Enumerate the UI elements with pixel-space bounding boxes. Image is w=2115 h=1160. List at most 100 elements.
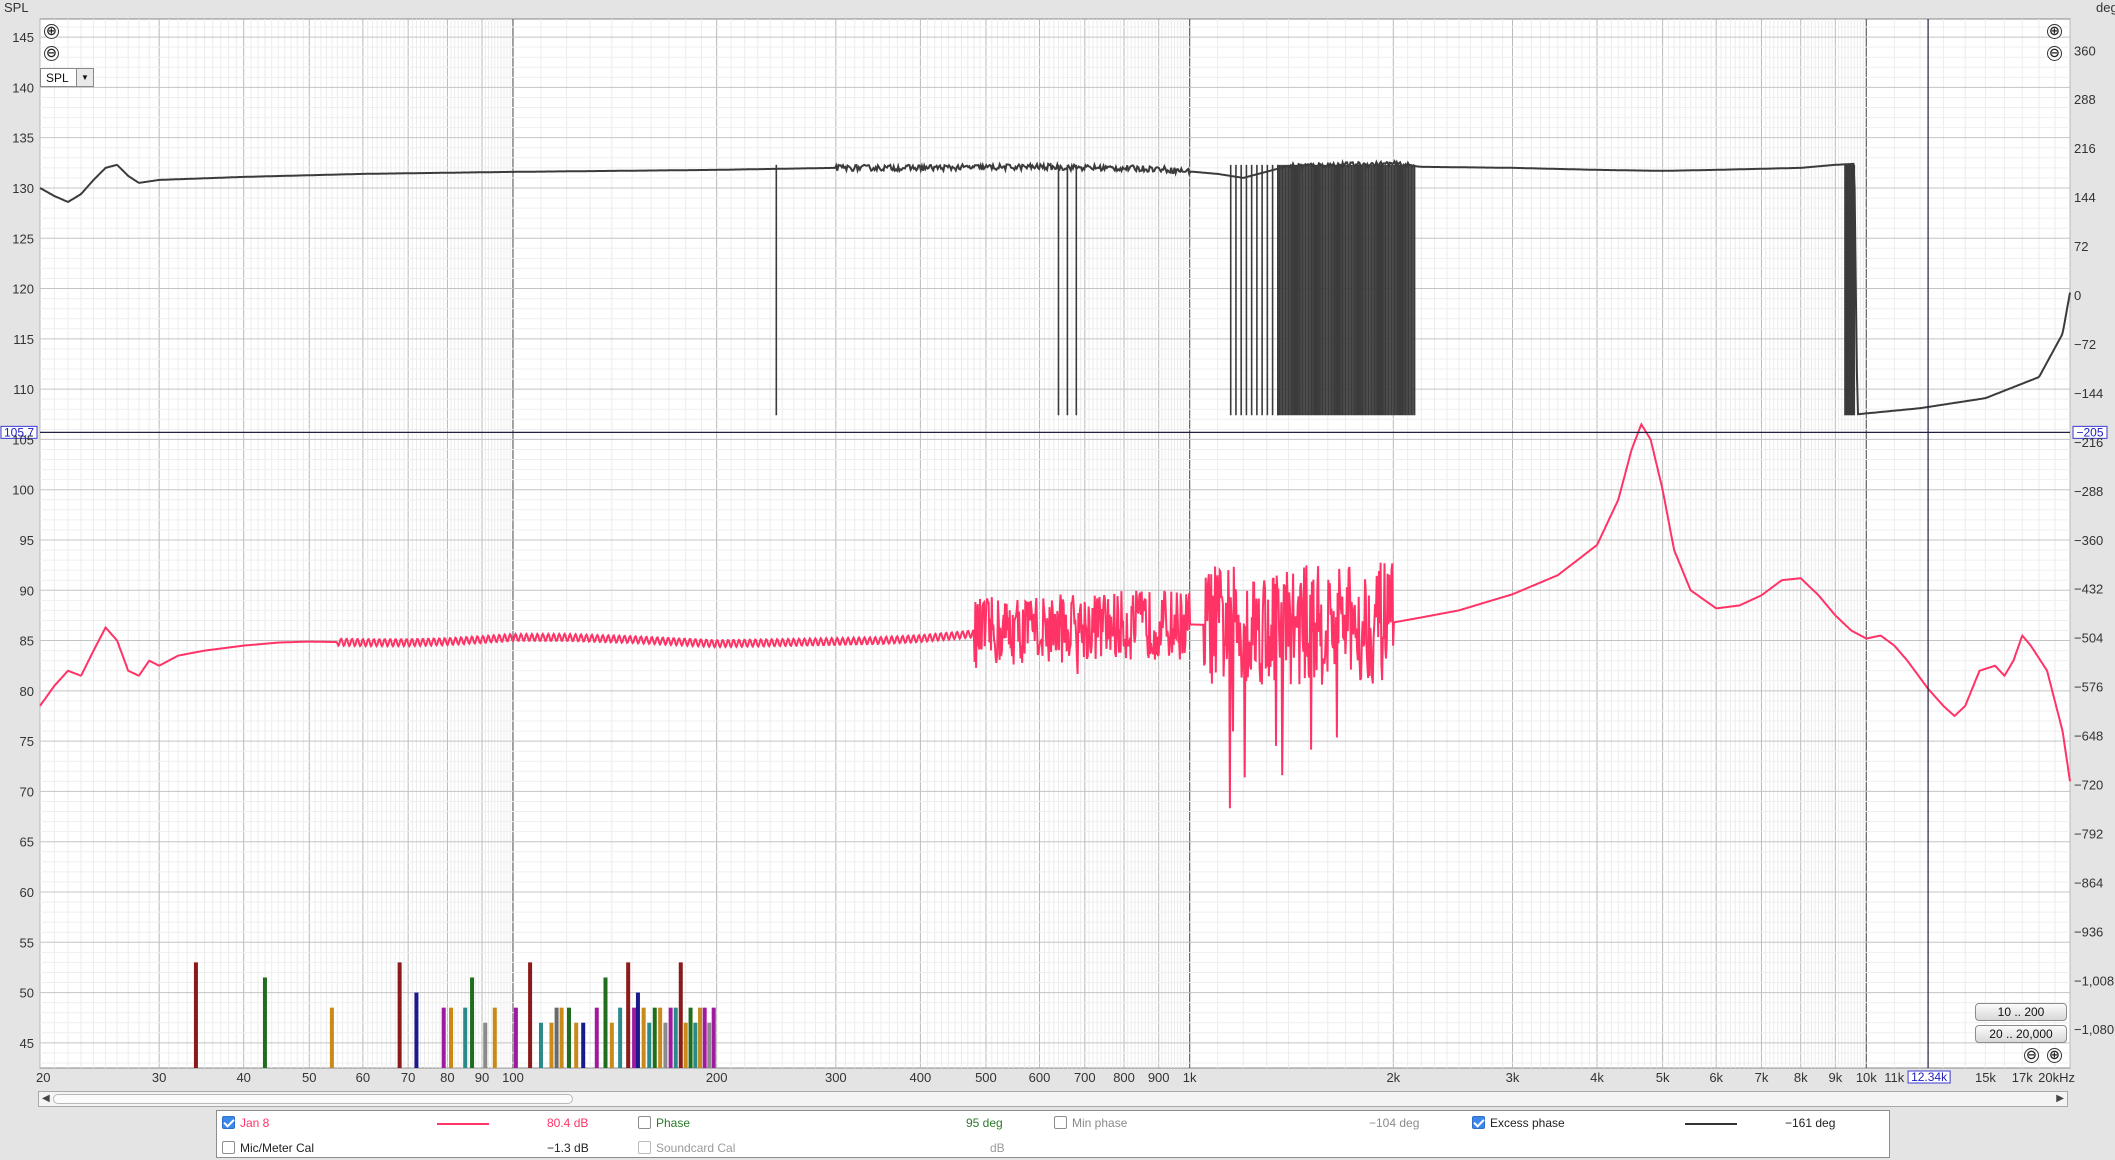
distortion-bar [702, 1007, 707, 1068]
x-tick-label: 90 [475, 1070, 489, 1085]
range-10-200-button[interactable]: 10 .. 200 [1975, 1003, 2067, 1021]
x-tick-label: 900 [1148, 1070, 1170, 1085]
excess-phase-value: −161 deg [1785, 1116, 1836, 1130]
zoom-in-horizontal-button[interactable]: ⊕ [2047, 1048, 2062, 1063]
x-tick-label: 800 [1113, 1070, 1135, 1085]
scrollbar-thumb[interactable] [53, 1094, 573, 1104]
y-left-tick-label: 80 [20, 684, 34, 699]
range-20-20000-button[interactable]: 20 .. 20,000 [1975, 1025, 2067, 1043]
x-tick-label: 200 [706, 1070, 728, 1085]
scroll-right-icon[interactable]: ▶ [2056, 1093, 2064, 1104]
excess-phase-checkbox[interactable] [1472, 1116, 1485, 1129]
x-tick-label: 8k [1794, 1070, 1808, 1085]
y-left-tick-label: 140 [12, 80, 34, 95]
y-right-tick-label: −648 [2074, 729, 2103, 744]
distortion-bar [492, 1007, 497, 1068]
y-right-tick-label: −720 [2074, 778, 2103, 793]
mic-meter-cal-label: Mic/Meter Cal [240, 1141, 315, 1155]
phase-checkbox[interactable] [638, 1116, 651, 1129]
x-tick-label: 100 [502, 1070, 524, 1085]
distortion-bar [397, 962, 402, 1068]
distortion-bar [678, 962, 683, 1068]
distortion-bar [618, 1007, 623, 1068]
mic-meter-cal-checkbox[interactable] [222, 1141, 235, 1154]
distortion-bar [470, 977, 475, 1068]
y-right-tick-label: 72 [2074, 239, 2088, 254]
legend-panel: Jan 8 80.4 dB Phase 95 deg Min phase −10… [216, 1110, 1890, 1158]
y-right-tick-label: 216 [2074, 141, 2096, 156]
distortion-bar [559, 1007, 564, 1068]
zoom-out-right-axis-button[interactable]: ⊖ [2047, 46, 2062, 61]
distortion-bar [647, 1022, 652, 1068]
zoom-out-horizontal-button[interactable]: ⊖ [2024, 1048, 2039, 1063]
phase-label: Phase [656, 1116, 691, 1130]
y-left-tick-label: 100 [12, 483, 34, 498]
distortion-bar [603, 977, 608, 1068]
distortion-bar [673, 1007, 678, 1068]
frequency-response-chart[interactable]: 105.7 −20512.34k 455055606570758085909510… [0, 0, 2115, 1160]
x-tick-label: 10k [1856, 1070, 1877, 1085]
y-left-tick-label: 135 [12, 131, 34, 146]
distortion-bar [693, 1022, 698, 1068]
y-left-tick-label: 60 [20, 885, 34, 900]
y-left-tick-label: 115 [13, 332, 34, 347]
plot-selector-dropdown[interactable]: SPL ▼ [40, 68, 94, 87]
distortion-bar [688, 1007, 693, 1068]
distortion-bar [707, 1022, 712, 1068]
y-right-tick-label: −360 [2074, 533, 2103, 548]
scroll-left-icon[interactable]: ◀ [42, 1093, 50, 1104]
x-tick-label: 6k [1709, 1070, 1723, 1085]
distortion-bar [641, 1007, 646, 1068]
horizontal-scrollbar[interactable]: ◀ ▶ [38, 1091, 2068, 1107]
x-tick-label: 15k [1975, 1070, 1996, 1085]
x-tick-label: 9k [1828, 1070, 1842, 1085]
min-phase-label: Min phase [1072, 1116, 1128, 1130]
y-left-tick-label: 70 [20, 784, 34, 799]
min-phase-checkbox[interactable] [1054, 1116, 1067, 1129]
distortion-bar [652, 1007, 657, 1068]
distortion-bar [513, 1007, 518, 1068]
distortion-bar [668, 1007, 673, 1068]
y-right-tick-label: −432 [2074, 582, 2103, 597]
y-right-tick-label: −72 [2074, 337, 2096, 352]
x-tick-label: 2k [1386, 1070, 1400, 1085]
distortion-bar [632, 1007, 637, 1068]
x-tick-label: 60 [356, 1070, 370, 1085]
soundcard-cal-checkbox[interactable] [638, 1141, 651, 1154]
y-left-tick-label: 75 [20, 734, 34, 749]
x-tick-label: 30 [152, 1070, 166, 1085]
x-tick-label: 600 [1029, 1070, 1051, 1085]
jan8-checkbox[interactable] [222, 1116, 235, 1129]
distortion-bar [626, 962, 631, 1068]
chevron-down-icon: ▼ [76, 69, 93, 86]
distortion-bar [635, 992, 640, 1068]
y-left-tick-label: 45 [20, 1036, 34, 1051]
excess-phase-label: Excess phase [1490, 1116, 1565, 1130]
distortion-bar [663, 1022, 668, 1068]
zoom-in-right-axis-button[interactable]: ⊕ [2047, 24, 2062, 39]
y-right-tick-label: −792 [2074, 826, 2103, 841]
soundcard-cal-value: dB [990, 1141, 1005, 1155]
x-tick-label: 20 [36, 1070, 50, 1085]
y-left-tick-label: 50 [20, 986, 34, 1001]
x-tick-label: 11k [1884, 1070, 1904, 1085]
y-right-tick-label: −576 [2074, 680, 2103, 695]
y-right-tick-label: −1,080 [2074, 1022, 2114, 1037]
distortion-bar [594, 1007, 599, 1068]
zoom-out-vertical-button[interactable]: ⊖ [44, 46, 59, 61]
y-left-tick-label: 65 [20, 835, 34, 850]
y-left-tick-label: 125 [12, 231, 34, 246]
zoom-in-vertical-button[interactable]: ⊕ [44, 24, 59, 39]
y-right-tick-label: −216 [2074, 435, 2103, 450]
excess-phase-line-swatch [1685, 1123, 1737, 1125]
min-phase-value: −104 deg [1369, 1116, 1420, 1130]
x-tick-label: 80 [440, 1070, 454, 1085]
x-tick-label: 700 [1074, 1070, 1096, 1085]
x-tick-label: 40 [236, 1070, 250, 1085]
y-right-tick-label: 0 [2074, 288, 2081, 303]
distortion-bar [414, 992, 419, 1068]
distortion-bar [698, 1007, 703, 1068]
x-tick-label: 17k [2012, 1070, 2033, 1085]
x-tick-label: 400 [910, 1070, 932, 1085]
phase-value: 95 deg [966, 1116, 1003, 1130]
